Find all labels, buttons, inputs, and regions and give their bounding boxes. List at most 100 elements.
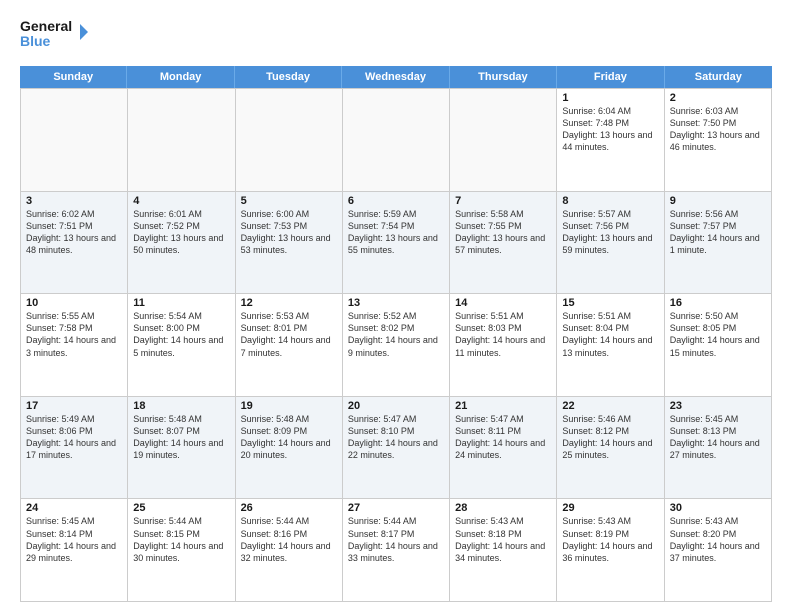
- sunrise-text: Sunrise: 5:45 AM: [670, 413, 766, 425]
- daylight-text: Daylight: 14 hours and 15 minutes.: [670, 334, 766, 358]
- calendar-cell-17-3-0: 17Sunrise: 5:49 AMSunset: 8:06 PMDayligh…: [21, 397, 128, 500]
- calendar-cell-empty-0-2: [236, 89, 343, 192]
- calendar-cell-16-2-6: 16Sunrise: 5:50 AMSunset: 8:05 PMDayligh…: [665, 294, 772, 397]
- daylight-text: Daylight: 14 hours and 34 minutes.: [455, 540, 551, 564]
- day-number: 24: [26, 502, 122, 514]
- calendar-cell-22-3-5: 22Sunrise: 5:46 AMSunset: 8:12 PMDayligh…: [557, 397, 664, 500]
- sunset-text: Sunset: 8:15 PM: [133, 528, 229, 540]
- sunset-text: Sunset: 7:53 PM: [241, 220, 337, 232]
- sunrise-text: Sunrise: 5:46 AM: [562, 413, 658, 425]
- calendar-cell-26-4-2: 26Sunrise: 5:44 AMSunset: 8:16 PMDayligh…: [236, 499, 343, 602]
- daylight-text: Daylight: 14 hours and 3 minutes.: [26, 334, 122, 358]
- daylight-text: Daylight: 14 hours and 5 minutes.: [133, 334, 229, 358]
- sunset-text: Sunset: 8:04 PM: [562, 322, 658, 334]
- sunset-text: Sunset: 8:16 PM: [241, 528, 337, 540]
- daylight-text: Daylight: 14 hours and 11 minutes.: [455, 334, 551, 358]
- sunset-text: Sunset: 7:52 PM: [133, 220, 229, 232]
- logo: General Blue: [20, 16, 90, 56]
- daylight-text: Daylight: 13 hours and 46 minutes.: [670, 129, 766, 153]
- sunrise-text: Sunrise: 5:47 AM: [348, 413, 444, 425]
- day-number: 2: [670, 92, 766, 104]
- sunrise-text: Sunrise: 6:04 AM: [562, 105, 658, 117]
- daylight-text: Daylight: 13 hours and 50 minutes.: [133, 232, 229, 256]
- daylight-text: Daylight: 14 hours and 1 minute.: [670, 232, 766, 256]
- calendar-cell-30-4-6: 30Sunrise: 5:43 AMSunset: 8:20 PMDayligh…: [665, 499, 772, 602]
- day-number: 29: [562, 502, 658, 514]
- sunset-text: Sunset: 7:54 PM: [348, 220, 444, 232]
- calendar-cell-7-1-4: 7Sunrise: 5:58 AMSunset: 7:55 PMDaylight…: [450, 192, 557, 295]
- daylight-text: Daylight: 14 hours and 22 minutes.: [348, 437, 444, 461]
- calendar-cell-10-2-0: 10Sunrise: 5:55 AMSunset: 7:58 PMDayligh…: [21, 294, 128, 397]
- daylight-text: Daylight: 13 hours and 59 minutes.: [562, 232, 658, 256]
- day-number: 15: [562, 297, 658, 309]
- calendar-cell-1-0-5: 1Sunrise: 6:04 AMSunset: 7:48 PMDaylight…: [557, 89, 664, 192]
- daylight-text: Daylight: 14 hours and 7 minutes.: [241, 334, 337, 358]
- sunset-text: Sunset: 8:12 PM: [562, 425, 658, 437]
- calendar-cell-28-4-4: 28Sunrise: 5:43 AMSunset: 8:18 PMDayligh…: [450, 499, 557, 602]
- weekday-header-thursday: Thursday: [450, 66, 557, 88]
- calendar-cell-9-1-6: 9Sunrise: 5:56 AMSunset: 7:57 PMDaylight…: [665, 192, 772, 295]
- day-number: 19: [241, 400, 337, 412]
- svg-text:General: General: [20, 18, 72, 34]
- daylight-text: Daylight: 14 hours and 37 minutes.: [670, 540, 766, 564]
- day-number: 9: [670, 195, 766, 207]
- sunrise-text: Sunrise: 5:51 AM: [562, 310, 658, 322]
- calendar-row-4: 24Sunrise: 5:45 AMSunset: 8:14 PMDayligh…: [21, 499, 772, 602]
- day-number: 10: [26, 297, 122, 309]
- sunrise-text: Sunrise: 5:57 AM: [562, 208, 658, 220]
- calendar-cell-20-3-3: 20Sunrise: 5:47 AMSunset: 8:10 PMDayligh…: [343, 397, 450, 500]
- calendar-cell-27-4-3: 27Sunrise: 5:44 AMSunset: 8:17 PMDayligh…: [343, 499, 450, 602]
- daylight-text: Daylight: 14 hours and 9 minutes.: [348, 334, 444, 358]
- calendar-cell-5-1-2: 5Sunrise: 6:00 AMSunset: 7:53 PMDaylight…: [236, 192, 343, 295]
- daylight-text: Daylight: 14 hours and 36 minutes.: [562, 540, 658, 564]
- weekday-header-wednesday: Wednesday: [342, 66, 449, 88]
- calendar-cell-11-2-1: 11Sunrise: 5:54 AMSunset: 8:00 PMDayligh…: [128, 294, 235, 397]
- sunset-text: Sunset: 8:13 PM: [670, 425, 766, 437]
- day-number: 18: [133, 400, 229, 412]
- calendar-cell-2-0-6: 2Sunrise: 6:03 AMSunset: 7:50 PMDaylight…: [665, 89, 772, 192]
- daylight-text: Daylight: 14 hours and 24 minutes.: [455, 437, 551, 461]
- sunrise-text: Sunrise: 5:55 AM: [26, 310, 122, 322]
- day-number: 30: [670, 502, 766, 514]
- day-number: 6: [348, 195, 444, 207]
- svg-text:Blue: Blue: [20, 33, 51, 49]
- day-number: 1: [562, 92, 658, 104]
- weekday-header-monday: Monday: [127, 66, 234, 88]
- sunset-text: Sunset: 7:50 PM: [670, 117, 766, 129]
- calendar-row-1: 3Sunrise: 6:02 AMSunset: 7:51 PMDaylight…: [21, 192, 772, 295]
- sunset-text: Sunset: 7:51 PM: [26, 220, 122, 232]
- sunrise-text: Sunrise: 5:48 AM: [133, 413, 229, 425]
- daylight-text: Daylight: 14 hours and 25 minutes.: [562, 437, 658, 461]
- day-number: 23: [670, 400, 766, 412]
- daylight-text: Daylight: 14 hours and 27 minutes.: [670, 437, 766, 461]
- sunrise-text: Sunrise: 6:00 AM: [241, 208, 337, 220]
- sunrise-text: Sunrise: 5:43 AM: [455, 515, 551, 527]
- sunrise-text: Sunrise: 5:58 AM: [455, 208, 551, 220]
- sunrise-text: Sunrise: 5:49 AM: [26, 413, 122, 425]
- sunset-text: Sunset: 7:58 PM: [26, 322, 122, 334]
- sunrise-text: Sunrise: 5:43 AM: [562, 515, 658, 527]
- daylight-text: Daylight: 14 hours and 32 minutes.: [241, 540, 337, 564]
- sunrise-text: Sunrise: 5:43 AM: [670, 515, 766, 527]
- logo-svg: General Blue: [20, 16, 90, 56]
- sunset-text: Sunset: 8:03 PM: [455, 322, 551, 334]
- calendar-cell-15-2-5: 15Sunrise: 5:51 AMSunset: 8:04 PMDayligh…: [557, 294, 664, 397]
- weekday-header-tuesday: Tuesday: [235, 66, 342, 88]
- day-number: 26: [241, 502, 337, 514]
- weekday-header-sunday: Sunday: [20, 66, 127, 88]
- sunset-text: Sunset: 8:19 PM: [562, 528, 658, 540]
- sunset-text: Sunset: 8:06 PM: [26, 425, 122, 437]
- daylight-text: Daylight: 14 hours and 33 minutes.: [348, 540, 444, 564]
- calendar-cell-24-4-0: 24Sunrise: 5:45 AMSunset: 8:14 PMDayligh…: [21, 499, 128, 602]
- sunrise-text: Sunrise: 5:54 AM: [133, 310, 229, 322]
- calendar-cell-14-2-4: 14Sunrise: 5:51 AMSunset: 8:03 PMDayligh…: [450, 294, 557, 397]
- sunrise-text: Sunrise: 5:51 AM: [455, 310, 551, 322]
- weekday-header-saturday: Saturday: [665, 66, 772, 88]
- calendar-row-0: 1Sunrise: 6:04 AMSunset: 7:48 PMDaylight…: [21, 89, 772, 192]
- daylight-text: Daylight: 14 hours and 20 minutes.: [241, 437, 337, 461]
- calendar-row-2: 10Sunrise: 5:55 AMSunset: 7:58 PMDayligh…: [21, 294, 772, 397]
- calendar-cell-empty-0-1: [128, 89, 235, 192]
- sunrise-text: Sunrise: 5:47 AM: [455, 413, 551, 425]
- sunset-text: Sunset: 7:57 PM: [670, 220, 766, 232]
- sunset-text: Sunset: 8:00 PM: [133, 322, 229, 334]
